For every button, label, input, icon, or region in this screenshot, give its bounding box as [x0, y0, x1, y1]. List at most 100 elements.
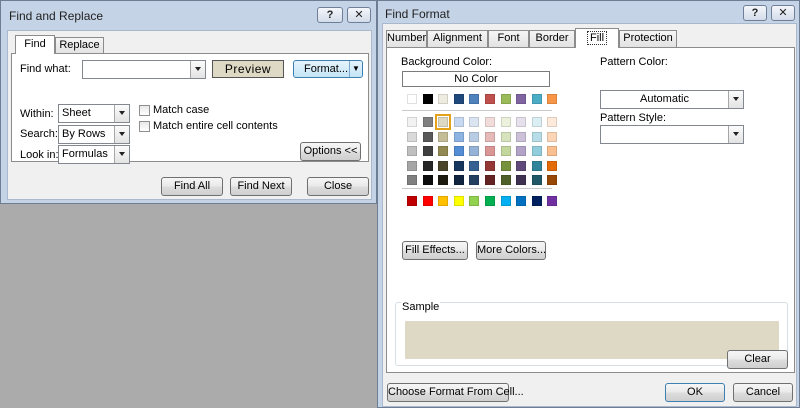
clear-button[interactable]: Clear — [727, 350, 788, 369]
format-button[interactable]: Format... ▼ — [293, 60, 363, 78]
color-swatch[interactable] — [453, 131, 464, 142]
color-swatch[interactable] — [500, 160, 511, 171]
tab-number[interactable]: Number — [386, 30, 427, 47]
color-swatch[interactable] — [453, 196, 464, 206]
color-swatch[interactable] — [547, 146, 558, 156]
color-swatch[interactable] — [438, 146, 449, 156]
color-swatch[interactable] — [500, 131, 511, 142]
more-colors-button[interactable]: More Colors... — [476, 241, 546, 260]
chevron-down-icon[interactable] — [114, 105, 129, 122]
color-swatch[interactable] — [516, 146, 527, 156]
color-swatch[interactable] — [407, 146, 417, 156]
color-swatch[interactable] — [438, 160, 449, 171]
color-swatch[interactable] — [422, 196, 433, 206]
color-swatch[interactable] — [531, 131, 542, 142]
color-swatch[interactable] — [485, 131, 495, 142]
close-button[interactable]: Close — [307, 177, 369, 196]
lookin-select[interactable]: Formulas — [58, 145, 130, 164]
match-case-label[interactable]: Match case — [153, 104, 209, 116]
color-swatch[interactable] — [438, 131, 449, 142]
color-swatch[interactable] — [407, 175, 417, 185]
color-swatch[interactable] — [453, 175, 464, 185]
color-swatch[interactable] — [407, 131, 417, 142]
ok-button[interactable]: OK — [665, 383, 725, 402]
color-swatch[interactable] — [500, 94, 511, 104]
chevron-down-icon[interactable] — [728, 91, 743, 108]
color-swatch[interactable] — [516, 131, 527, 142]
color-swatch[interactable] — [547, 131, 558, 142]
color-swatch[interactable] — [435, 114, 452, 130]
color-swatch[interactable] — [469, 175, 480, 185]
color-swatch[interactable] — [407, 196, 417, 206]
color-swatch[interactable] — [438, 175, 449, 185]
chevron-down-icon[interactable] — [114, 146, 129, 163]
search-select[interactable]: By Rows — [58, 125, 130, 144]
color-swatch[interactable] — [531, 94, 542, 104]
color-swatch[interactable] — [422, 146, 433, 156]
color-swatch[interactable] — [485, 160, 495, 171]
color-swatch[interactable] — [453, 160, 464, 171]
tab-replace[interactable]: Replace — [55, 37, 104, 54]
color-swatch[interactable] — [407, 94, 417, 104]
color-swatch[interactable] — [469, 146, 480, 156]
find-all-button[interactable]: Find All — [161, 177, 223, 196]
color-swatch[interactable] — [500, 196, 511, 206]
fill-effects-button[interactable]: Fill Effects... — [402, 241, 468, 260]
color-swatch[interactable] — [469, 196, 480, 206]
color-swatch[interactable] — [469, 117, 480, 127]
tab-alignment[interactable]: Alignment — [427, 30, 488, 47]
close-window-button[interactable]: ✕ — [347, 7, 371, 23]
color-swatch[interactable] — [422, 94, 433, 104]
help-button[interactable]: ? — [743, 5, 767, 21]
color-swatch[interactable] — [469, 131, 480, 142]
color-swatch[interactable] — [531, 175, 542, 185]
tab-protection[interactable]: Protection — [619, 30, 677, 47]
color-swatch[interactable] — [485, 196, 495, 206]
color-swatch[interactable] — [500, 117, 511, 127]
color-swatch[interactable] — [547, 175, 558, 185]
color-swatch[interactable] — [547, 94, 558, 104]
find-replace-titlebar[interactable]: Find and Replace ? ✕ — [1, 1, 376, 29]
chevron-down-icon[interactable] — [114, 126, 129, 143]
color-swatch[interactable] — [516, 196, 527, 206]
match-entire-checkbox[interactable] — [139, 121, 150, 132]
help-button[interactable]: ? — [317, 7, 343, 23]
color-swatch[interactable] — [500, 175, 511, 185]
color-swatch[interactable] — [422, 131, 433, 142]
match-case-checkbox[interactable] — [139, 105, 150, 116]
color-swatch[interactable] — [422, 160, 433, 171]
cancel-button[interactable]: Cancel — [733, 383, 793, 402]
no-color-button[interactable]: No Color — [402, 71, 550, 87]
color-swatch[interactable] — [407, 117, 417, 127]
chevron-down-icon[interactable] — [728, 126, 743, 143]
color-swatch[interactable] — [453, 117, 464, 127]
color-swatch[interactable] — [547, 117, 558, 127]
color-swatch[interactable] — [438, 196, 449, 206]
color-swatch[interactable] — [469, 160, 480, 171]
color-swatch[interactable] — [438, 94, 449, 104]
tab-find[interactable]: Find — [15, 35, 55, 54]
color-swatch[interactable] — [516, 175, 527, 185]
color-swatch[interactable] — [547, 196, 558, 206]
color-swatch[interactable] — [500, 146, 511, 156]
color-swatch[interactable] — [422, 175, 433, 185]
tab-border[interactable]: Border — [529, 30, 575, 47]
color-swatch[interactable] — [469, 94, 480, 104]
tab-fill[interactable]: Fill — [575, 28, 619, 48]
chevron-down-icon[interactable] — [190, 61, 205, 78]
color-swatch[interactable] — [531, 160, 542, 171]
color-swatch[interactable] — [531, 117, 542, 127]
color-swatch[interactable] — [547, 160, 558, 171]
color-swatch[interactable] — [531, 196, 542, 206]
color-swatch[interactable] — [407, 160, 417, 171]
pattern-style-select[interactable] — [600, 125, 744, 144]
pattern-color-select[interactable]: Automatic — [600, 90, 744, 109]
color-swatch[interactable] — [485, 175, 495, 185]
choose-format-from-cell-button[interactable]: Choose Format From Cell... — [387, 383, 524, 402]
match-entire-label[interactable]: Match entire cell contents — [153, 120, 278, 132]
color-swatch[interactable] — [453, 146, 464, 156]
find-what-input[interactable] — [82, 60, 206, 79]
color-swatch[interactable] — [422, 117, 433, 127]
options-button[interactable]: Options << — [300, 142, 361, 161]
within-select[interactable]: Sheet — [58, 104, 130, 123]
